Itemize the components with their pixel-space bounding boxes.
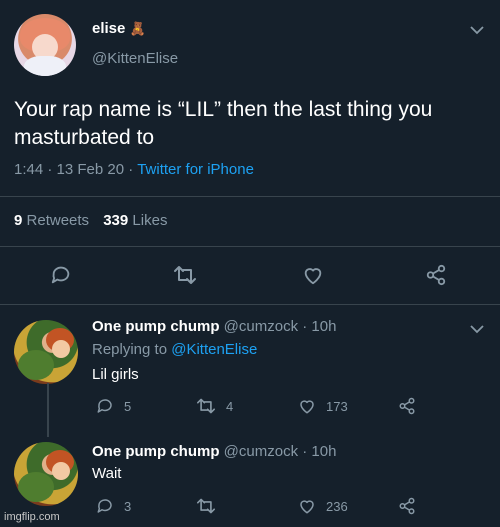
retweet-icon xyxy=(196,497,216,515)
reply-like-action[interactable]: 173 xyxy=(298,397,348,415)
reply-display-name[interactable]: One pump chump xyxy=(92,318,220,335)
retweets-count: 9 xyxy=(14,212,23,229)
chevron-down-icon[interactable] xyxy=(470,324,484,334)
reply-comment-action[interactable]: 5 xyxy=(96,397,131,415)
tweet-text-line: Your rap name is “LIL” then the last thi… xyxy=(14,98,433,121)
author-handle[interactable]: @KittenElise xyxy=(92,50,178,67)
divider xyxy=(0,196,500,197)
retweet-icon[interactable] xyxy=(173,264,197,286)
reply-avatar[interactable] xyxy=(14,442,78,506)
retweet-icon xyxy=(196,397,216,415)
divider xyxy=(0,304,500,305)
chevron-down-icon[interactable] xyxy=(470,25,484,35)
reply-icon[interactable] xyxy=(50,264,72,286)
teddy-bear-icon: 🧸 xyxy=(129,21,146,36)
tweet-client-link[interactable]: Twitter for iPhone xyxy=(137,161,254,178)
reply-handle[interactable]: @cumzock xyxy=(224,318,298,335)
tweet-time: 1:44 xyxy=(14,161,44,178)
reply-age: · 10h xyxy=(302,443,337,460)
reply-header: One pump chump @cumzock · 10h xyxy=(92,443,336,460)
reply-icon xyxy=(96,497,114,515)
replying-to: Replying to @KittenElise xyxy=(92,341,257,358)
reply-handle[interactable]: @cumzock xyxy=(224,443,298,460)
reply-count: 5 xyxy=(124,398,132,414)
reply-retweet-action[interactable]: 4 xyxy=(196,397,233,415)
retweets-label: Retweets xyxy=(26,212,90,229)
reply-icon xyxy=(96,397,114,415)
reply-text: Lil girls xyxy=(92,366,139,383)
share-icon[interactable] xyxy=(398,497,416,515)
reply-comment-action[interactable]: 3 xyxy=(96,497,131,515)
reply-avatar[interactable] xyxy=(14,320,78,384)
reply-age: · 10h xyxy=(302,318,337,335)
share-icon[interactable] xyxy=(425,264,447,286)
retweet-count: 4 xyxy=(226,398,234,414)
like-icon xyxy=(298,397,316,415)
like-icon xyxy=(298,497,316,515)
tweet-text-line: masturbated to xyxy=(14,126,155,149)
tweet-date: 13 Feb 20 xyxy=(56,161,125,178)
like-count: 236 xyxy=(326,498,348,514)
share-icon[interactable] xyxy=(398,397,416,415)
replying-handle-link[interactable]: @KittenElise xyxy=(171,341,257,358)
reply-count: 3 xyxy=(124,498,132,514)
reply-like-action[interactable]: 236 xyxy=(298,497,348,515)
reply-display-name[interactable]: One pump chump xyxy=(92,443,220,460)
author-avatar[interactable] xyxy=(14,14,76,76)
thread-connector xyxy=(47,383,49,437)
tweet-text: Your rap name is “LIL” then the last thi… xyxy=(14,96,432,152)
replying-label: Replying to xyxy=(92,341,168,358)
likes-label: Likes xyxy=(132,212,168,229)
reply-retweet-action[interactable] xyxy=(196,497,226,515)
author-display-name[interactable]: elise 🧸 xyxy=(92,20,146,37)
like-count: 173 xyxy=(326,398,348,414)
likes-stat[interactable]: 339 Likes xyxy=(103,212,167,229)
author-name-text: elise xyxy=(92,20,126,37)
likes-count: 339 xyxy=(103,212,129,229)
reply-text: Wait xyxy=(92,465,122,482)
tweet-meta: 1:44 · 13 Feb 20 · Twitter for iPhone xyxy=(14,161,254,178)
tweet-stats: 9 Retweets 339 Likes xyxy=(14,212,167,229)
reply-header: One pump chump @cumzock · 10h xyxy=(92,318,336,335)
meta-dot: · xyxy=(47,161,53,178)
like-icon[interactable] xyxy=(302,264,324,286)
meta-dot: · xyxy=(128,161,134,178)
retweets-stat[interactable]: 9 Retweets xyxy=(14,212,93,229)
watermark: imgflip.com xyxy=(4,511,60,523)
divider xyxy=(0,246,500,247)
